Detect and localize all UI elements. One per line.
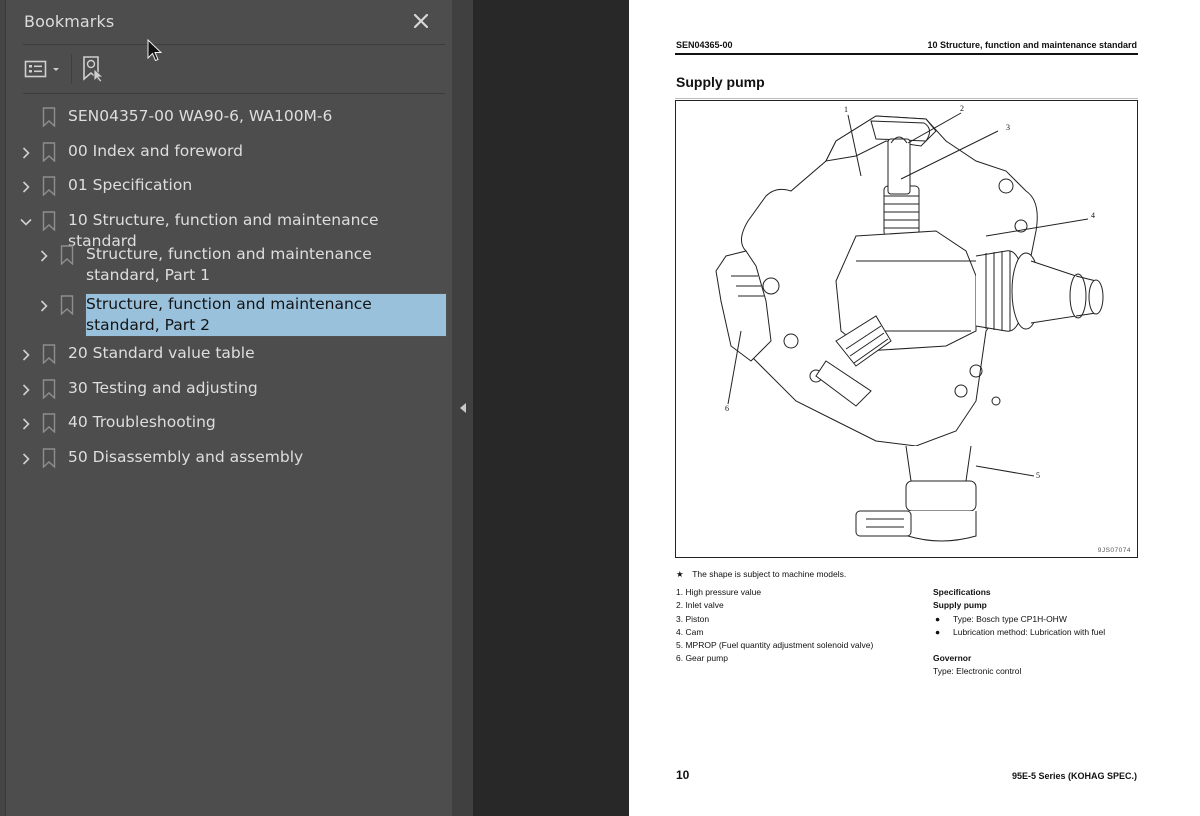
triangle-left-icon[interactable] [458, 400, 467, 416]
part-item: 4. Cam [676, 626, 704, 637]
bookmark-options-button[interactable] [24, 55, 64, 83]
bookmark-icon [42, 210, 56, 232]
divider [23, 44, 445, 45]
parts-list: 1. High pressure value 2. Inlet valve 3.… [676, 586, 873, 666]
spec-item: ● Lubrication method: Lubrication with fu… [933, 626, 1153, 639]
supply-pump-figure: 1 2 3 4 5 6 9JS07074 [675, 100, 1138, 558]
bookmark-label: Structure, function and maintenance stan… [86, 245, 372, 284]
bookmark-icon [42, 344, 56, 365]
document-gutter [473, 0, 629, 816]
find-current-bookmark-button[interactable] [82, 55, 110, 83]
chevron-right-icon[interactable] [19, 145, 33, 159]
supply-pump-heading: Supply pump [933, 600, 987, 611]
chevron-right-icon[interactable] [19, 179, 33, 193]
close-icon [413, 13, 429, 29]
page-header-doc-id: SEN04365-00 [676, 40, 733, 50]
bookmark-item[interactable]: 20 Standard value table [6, 343, 452, 365]
bookmark-label: 01 Specification [68, 176, 193, 194]
list-options-icon [24, 60, 47, 78]
callout-2: 2 [960, 104, 964, 113]
panel-title: Bookmarks [24, 12, 115, 31]
bookmark-item[interactable]: Structure, function and maintenance stan… [6, 244, 452, 288]
bookmark-item[interactable]: 50 Disassembly and assembly [6, 447, 452, 469]
bookmark-label: Structure, function and maintenance stan… [85, 292, 447, 337]
spec-text: Type: Bosch type CP1H-OHW [953, 613, 1067, 624]
specs-heading: Specifications [933, 587, 991, 597]
chevron-right-icon[interactable] [19, 416, 33, 430]
page-header-section: 10 Structure, function and maintenance s… [927, 40, 1137, 50]
spec-item: ● Type: Bosch type CP1H-OHW [933, 613, 1153, 626]
callout-4: 4 [1091, 211, 1095, 220]
chevron-right-icon[interactable] [37, 298, 51, 312]
bookmark-label: 00 Index and foreword [68, 141, 243, 160]
page-title: Supply pump [676, 74, 765, 90]
divider [23, 93, 445, 94]
bookmark-icon [42, 141, 56, 163]
part-item: 3. Piston [676, 613, 710, 624]
chevron-right-icon[interactable] [19, 347, 33, 361]
supply-pump-illustration [715, 112, 1104, 542]
bookmark-icon [42, 107, 56, 128]
star-icon: ★ [676, 569, 684, 579]
title-rule [675, 98, 1138, 99]
toolbar-separator [71, 54, 72, 84]
document-page: SEN04365-00 10 Structure, function and m… [629, 0, 1200, 816]
bookmark-label: 50 Disassembly and assembly [68, 447, 304, 466]
note-text: The shape is subject to machine models. [692, 569, 847, 579]
bookmark-icon [42, 447, 56, 469]
chevron-down-icon[interactable] [19, 214, 33, 228]
header-rule [675, 53, 1138, 55]
bookmark-item[interactable]: 30 Testing and adjusting [6, 378, 452, 400]
page-number: 10 [676, 768, 690, 782]
caret-down-icon [53, 68, 59, 71]
bookmark-item[interactable]: Structure, function and maintenance stan… [6, 292, 452, 338]
bullet-icon: ● [935, 626, 941, 637]
chevron-right-icon[interactable] [19, 451, 33, 465]
bookmark-item[interactable]: 40 Troubleshooting [6, 412, 452, 434]
bullet-icon: ● [935, 613, 941, 624]
bookmark-item[interactable]: 01 Specification [6, 175, 452, 197]
bookmark-label: 30 Testing and adjusting [68, 378, 258, 397]
page-footer-series: 95E-5 Series (KOHAG SPEC.) [1011, 771, 1137, 781]
bookmark-item[interactable]: SEN04357-00 WA90-6, WA100M-6 [6, 106, 452, 128]
part-item: 5. MPROP (Fuel quantity adjustment solen… [676, 640, 874, 651]
close-panel-button[interactable] [410, 10, 432, 32]
figure-code: 9JS07074 [1097, 547, 1131, 554]
panel-splitter[interactable] [452, 0, 473, 816]
governor-type: Type: Electronic control [933, 666, 1022, 677]
bookmark-find-icon [83, 56, 105, 83]
bookmark-label: 40 Troubleshooting [68, 413, 216, 431]
bookmark-label: SEN04357-00 WA90-6, WA100M-6 [68, 107, 333, 125]
bookmark-label: 20 Standard value table [68, 344, 255, 362]
bookmark-icon [60, 294, 74, 316]
bookmark-icon [42, 413, 56, 434]
part-item: 1. High pressure value [676, 587, 762, 597]
callout-5: 5 [1036, 471, 1040, 480]
chevron-right-icon[interactable] [19, 382, 33, 396]
bookmark-item[interactable]: 00 Index and foreword [6, 141, 452, 163]
figure-note: ★ The shape is subject to machine models… [676, 569, 846, 580]
bookmark-item[interactable]: 10 Structure, function and maintenance s… [6, 210, 452, 250]
bookmark-icon [42, 176, 56, 197]
part-item: 2. Inlet valve [676, 600, 724, 611]
spec-text: Lubrication method: Lubrication with fue… [953, 626, 1106, 637]
governor-heading: Governor [933, 653, 972, 664]
specifications: Specifications Supply pump ● Type: Bosch … [933, 586, 1153, 679]
callout-1: 1 [844, 105, 848, 114]
callout-6: 6 [725, 404, 729, 413]
chevron-right-icon[interactable] [37, 248, 51, 262]
bookmark-icon [42, 378, 56, 400]
part-item: 6. Gear pump [676, 653, 728, 664]
bookmark-icon [60, 245, 74, 266]
callout-3: 3 [1006, 123, 1010, 132]
